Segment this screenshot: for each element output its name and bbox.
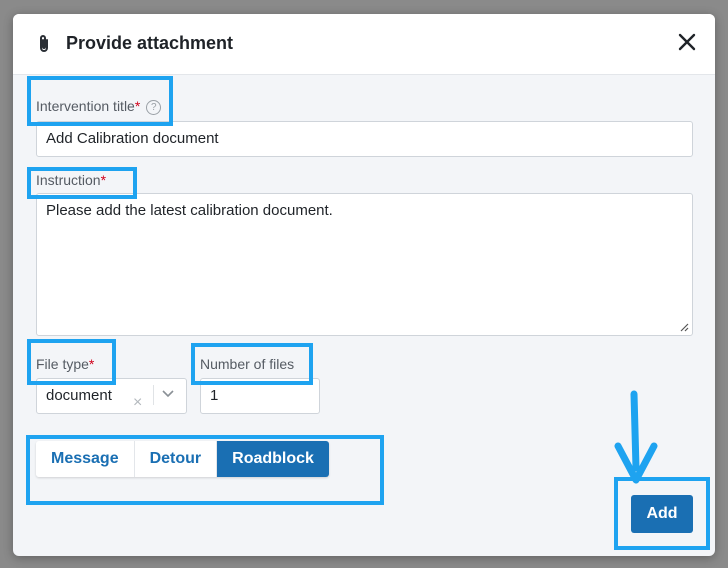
add-button[interactable]: Add [631, 495, 693, 533]
instruction-textarea[interactable]: Please add the latest calibration docume… [36, 193, 693, 336]
close-icon[interactable] [673, 28, 701, 56]
chevron-down-icon[interactable] [162, 390, 174, 398]
segment-message[interactable]: Message [36, 441, 135, 477]
number-of-files-input[interactable]: 1 [200, 378, 320, 414]
instruction-text: Please add the latest calibration docume… [46, 202, 333, 219]
select-separator [153, 385, 154, 405]
required-marker: * [88, 356, 95, 372]
required-marker: * [100, 172, 107, 188]
help-icon[interactable]: ? [146, 100, 162, 115]
segment-detour[interactable]: Detour [134, 441, 218, 477]
intervention-title-label: Intervention title*? [36, 98, 162, 115]
file-type-select[interactable]: document × [36, 378, 187, 414]
intervention-type-segmented-control: Message Detour Roadblock [36, 441, 329, 477]
dialog-title: Provide attachment [66, 33, 234, 53]
arrow-down-icon [614, 390, 658, 484]
paperclip-icon [40, 35, 48, 52]
clear-icon[interactable]: × [133, 386, 142, 420]
resize-handle-icon[interactable] [679, 322, 689, 332]
intervention-title-label-text: Intervention title [36, 98, 135, 114]
required-marker: * [134, 98, 141, 114]
segment-roadblock[interactable]: Roadblock [217, 441, 329, 477]
file-type-label: File type* [36, 356, 94, 372]
instruction-label: Instruction* [36, 172, 106, 188]
file-type-value: document [46, 387, 112, 404]
instruction-label-text: Instruction [36, 172, 101, 188]
file-type-label-text: File type [36, 356, 89, 372]
intervention-title-input[interactable]: Add Calibration document [36, 121, 693, 157]
dialog-header: Provide attachment [13, 14, 715, 75]
number-of-files-label: Number of files [200, 356, 295, 372]
provide-attachment-dialog: Provide attachment Intervention title*? … [13, 14, 715, 556]
